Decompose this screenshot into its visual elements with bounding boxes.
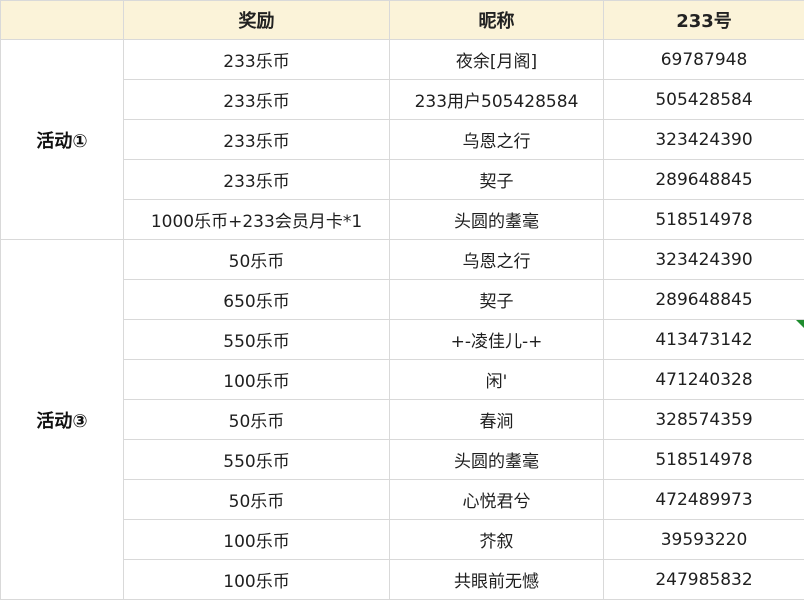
nickname-cell: 乌恩之行 [389, 119, 604, 160]
nickname-cell: 头圆的耋毫 [389, 199, 604, 240]
nickname-cell: 闲' [389, 359, 604, 400]
nickname-cell: +-凌佳儿-+ [389, 319, 604, 360]
reward-cell: 100乐币 [123, 559, 390, 600]
id-cell: 328574359 [603, 399, 804, 440]
reward-cell: 50乐币 [123, 479, 390, 520]
reward-cell: 100乐币 [123, 359, 390, 400]
reward-cell: 650乐币 [123, 279, 390, 320]
nickname-cell: 夜余[月阁] [389, 39, 604, 80]
id-cell: 247985832 [603, 559, 804, 600]
id-cell: 518514978 [603, 439, 804, 480]
nickname-cell: 契子 [389, 159, 604, 200]
reward-cell: 233乐币 [123, 79, 390, 120]
rewards-table: 奖励 昵称 233号 活动① 233乐币 夜余[月阁] 69787948 233… [0, 0, 804, 600]
reward-cell: 233乐币 [123, 159, 390, 200]
nickname-cell: 头圆的耋毫 [389, 439, 604, 480]
id-cell: 505428584 [603, 79, 804, 120]
reward-cell: 550乐币 [123, 319, 390, 360]
reward-cell: 233乐币 [123, 119, 390, 160]
table-row: 活动① 233乐币 夜余[月阁] 69787948 [0, 39, 804, 240]
id-value: 413473142 [655, 329, 753, 350]
reward-cell: 1000乐币+233会员月卡*1 [123, 199, 390, 240]
reward-cell: 100乐币 [123, 519, 390, 560]
header-event-blank [0, 0, 124, 40]
table-row: 活动③ 50乐币 乌恩之行 323424390 [0, 239, 804, 600]
nickname-cell: 契子 [389, 279, 604, 320]
table-header: 奖励 昵称 233号 [0, 0, 804, 40]
header-reward: 奖励 [123, 0, 390, 40]
reward-cell: 50乐币 [123, 399, 390, 440]
nickname-cell: 心悦君兮 [389, 479, 604, 520]
event-cell-3: 活动③ [0, 239, 124, 600]
id-cell: 518514978 [603, 199, 804, 240]
nickname-cell: 春涧 [389, 399, 604, 440]
nickname-cell: 芥叙 [389, 519, 604, 560]
table-body: 活动① 233乐币 夜余[月阁] 69787948 233乐币 233用户505… [0, 39, 804, 600]
header-nickname: 昵称 [389, 0, 604, 40]
id-cell: 69787948 [603, 39, 804, 80]
id-cell: 472489973 [603, 479, 804, 520]
header-row: 奖励 昵称 233号 [0, 0, 804, 40]
reward-cell: 550乐币 [123, 439, 390, 480]
event-cell-1: 活动① [0, 39, 124, 240]
header-id: 233号 [603, 0, 804, 40]
cell-comment-marker [796, 320, 804, 328]
id-cell: 39593220 [603, 519, 804, 560]
id-cell: 471240328 [603, 359, 804, 400]
nickname-cell: 共眼前无憾 [389, 559, 604, 600]
id-cell: 323424390 [603, 119, 804, 160]
nickname-cell: 乌恩之行 [389, 239, 604, 280]
reward-cell: 233乐币 [123, 39, 390, 80]
id-cell: 413473142 [603, 319, 804, 360]
nickname-cell: 233用户505428584 [389, 79, 604, 120]
reward-cell: 50乐币 [123, 239, 390, 280]
id-cell: 289648845 [603, 279, 804, 320]
id-cell: 323424390 [603, 239, 804, 280]
id-cell: 289648845 [603, 159, 804, 200]
